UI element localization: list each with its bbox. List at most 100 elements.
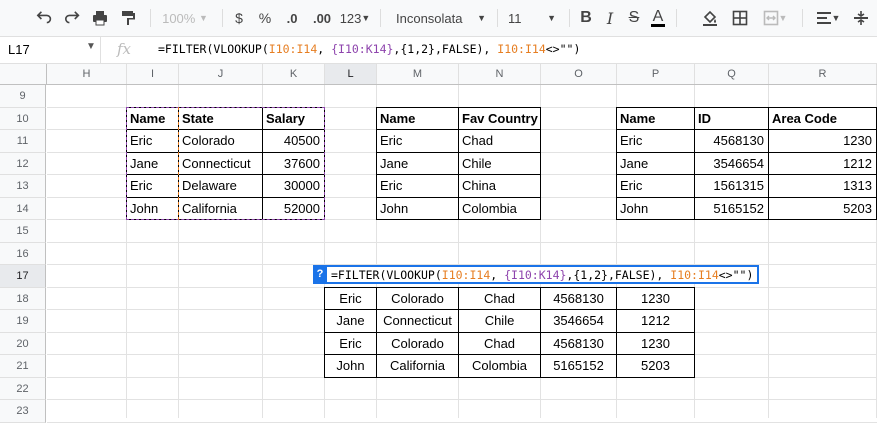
result-cell[interactable]: Colorado	[376, 286, 459, 310]
column-header-i[interactable]: I	[127, 64, 179, 84]
result-cell[interactable]: 4568130	[540, 331, 617, 355]
result-cell[interactable]: 1230	[616, 331, 695, 355]
select-all-corner[interactable]	[0, 64, 47, 84]
range-highlight-i10-k14	[126, 106, 325, 220]
table2-cell[interactable]: China	[458, 174, 541, 198]
result-cell[interactable]: 5203	[616, 354, 695, 378]
table3-cell[interactable]: Jane	[616, 151, 695, 175]
borders-icon[interactable]	[728, 0, 752, 36]
row-header-22[interactable]: 22	[0, 377, 46, 400]
table2-cell[interactable]: Eric	[376, 129, 459, 153]
result-cell[interactable]: 1212	[616, 309, 695, 333]
table2-cell[interactable]: Chad	[458, 129, 541, 153]
column-header-q[interactable]: Q	[695, 64, 769, 84]
table3-cell[interactable]: Eric	[616, 129, 695, 153]
column-header-j[interactable]: J	[179, 64, 263, 84]
row-header-14[interactable]: 14	[0, 197, 46, 220]
bold-icon[interactable]: B	[574, 0, 598, 36]
result-cell[interactable]: 5165152	[540, 354, 617, 378]
formula-input[interactable]: =FILTER(VLOOKUP(I10:I14, {I10:K14},{1,2}…	[158, 42, 580, 56]
paint-format-icon[interactable]	[114, 0, 142, 36]
table3-cell[interactable]: 5203	[768, 196, 877, 220]
table3-cell[interactable]: 5165152	[694, 196, 769, 220]
row-header-13[interactable]: 13	[0, 175, 46, 198]
table3-header[interactable]: Area Code	[768, 106, 877, 130]
result-cell[interactable]: Jane	[324, 309, 377, 333]
result-cell[interactable]: 4568130	[540, 286, 617, 310]
formula-help-button[interactable]: ?	[313, 265, 327, 284]
formula-part: I10:I14	[268, 42, 318, 56]
table2-header[interactable]: Fav Country	[458, 106, 541, 130]
row-header-12[interactable]: 12	[0, 152, 46, 175]
table2-cell[interactable]: Eric	[376, 174, 459, 198]
font-family-select[interactable]: Inconsolata ▼	[390, 0, 490, 36]
result-cell[interactable]: Colombia	[458, 354, 541, 378]
column-header-l[interactable]: L	[325, 64, 377, 84]
row-header-15[interactable]: 15	[0, 220, 46, 243]
percent-format-button[interactable]: %	[254, 0, 276, 36]
print-icon[interactable]	[86, 0, 114, 36]
table3-header[interactable]: ID	[694, 106, 769, 130]
row-header-19[interactable]: 19	[0, 310, 46, 333]
result-cell[interactable]: Eric	[324, 331, 377, 355]
table3-cell[interactable]: 1561315	[694, 174, 769, 198]
column-header-p[interactable]: P	[617, 64, 695, 84]
table3-header[interactable]: Name	[616, 106, 695, 130]
row-header-18[interactable]: 18	[0, 287, 46, 310]
result-cell[interactable]: Eric	[324, 286, 377, 310]
column-header-n[interactable]: N	[459, 64, 541, 84]
row-header-23[interactable]: 23	[0, 400, 46, 423]
name-box[interactable]: L17 ▼	[0, 37, 101, 63]
table3-cell[interactable]: 3546654	[694, 151, 769, 175]
table2-header[interactable]: Name	[376, 106, 459, 130]
zoom-select[interactable]: 100% ▼	[155, 0, 215, 36]
column-header-r[interactable]: R	[769, 64, 877, 84]
table2-cell[interactable]: John	[376, 196, 459, 220]
table2-cell[interactable]: Chile	[458, 151, 541, 175]
column-header-k[interactable]: K	[263, 64, 325, 84]
row-header-9[interactable]: 9	[0, 85, 46, 108]
result-cell[interactable]: 1230	[616, 286, 695, 310]
result-cell[interactable]: John	[324, 354, 377, 378]
table3-cell[interactable]: 1313	[768, 174, 877, 198]
row-header-11[interactable]: 11	[0, 130, 46, 153]
redo-icon[interactable]	[58, 0, 86, 36]
table3-cell[interactable]: 1212	[768, 151, 877, 175]
result-cell[interactable]: Chile	[458, 309, 541, 333]
currency-format-button[interactable]: $	[228, 0, 250, 36]
row-header-16[interactable]: 16	[0, 242, 46, 265]
result-cell[interactable]: 3546654	[540, 309, 617, 333]
table3-cell[interactable]: John	[616, 196, 695, 220]
fill-color-icon[interactable]	[698, 0, 722, 36]
row-header-17[interactable]: 17	[0, 265, 46, 288]
row-header-20[interactable]: 20	[0, 332, 46, 355]
strikethrough-icon[interactable]: S	[622, 0, 646, 36]
undo-icon[interactable]	[30, 0, 58, 36]
result-cell[interactable]: Connecticut	[376, 309, 459, 333]
vertical-align-icon[interactable]	[848, 0, 874, 36]
result-cell[interactable]: California	[376, 354, 459, 378]
result-cell[interactable]: Chad	[458, 286, 541, 310]
table3-cell[interactable]: 1230	[768, 129, 877, 153]
cell-formula-editor[interactable]: =FILTER(VLOOKUP(I10:I14, {I10:K14},{1,2}…	[313, 265, 759, 284]
column-header-h[interactable]: H	[47, 64, 127, 84]
table2-cell[interactable]: Jane	[376, 151, 459, 175]
text-color-icon[interactable]: A	[646, 0, 670, 36]
increase-decimal-button[interactable]: .00	[308, 0, 336, 36]
table2-cell[interactable]: Colombia	[458, 196, 541, 220]
result-cell[interactable]: Colorado	[376, 331, 459, 355]
table3-cell[interactable]: Eric	[616, 174, 695, 198]
toolbar: 100% ▼ $ % .0 .00 123 ▼ Inconsolata ▼ 11 ▼ …	[0, 0, 877, 37]
table3-cell[interactable]: 4568130	[694, 129, 769, 153]
row-header-10[interactable]: 10	[0, 107, 46, 130]
font-size-select[interactable]: 11 ▼	[502, 0, 562, 36]
italic-icon[interactable]: I	[598, 0, 622, 36]
horizontal-align-icon[interactable]: ▼	[810, 0, 846, 36]
result-cell[interactable]: Chad	[458, 331, 541, 355]
row-header-21[interactable]: 21	[0, 355, 46, 378]
decrease-decimal-button[interactable]: .0	[280, 0, 304, 36]
number-format-select[interactable]: 123 ▼	[338, 0, 372, 36]
column-header-m[interactable]: M	[377, 64, 459, 84]
merge-cells-icon[interactable]: ▼	[756, 0, 794, 36]
column-header-o[interactable]: O	[541, 64, 617, 84]
